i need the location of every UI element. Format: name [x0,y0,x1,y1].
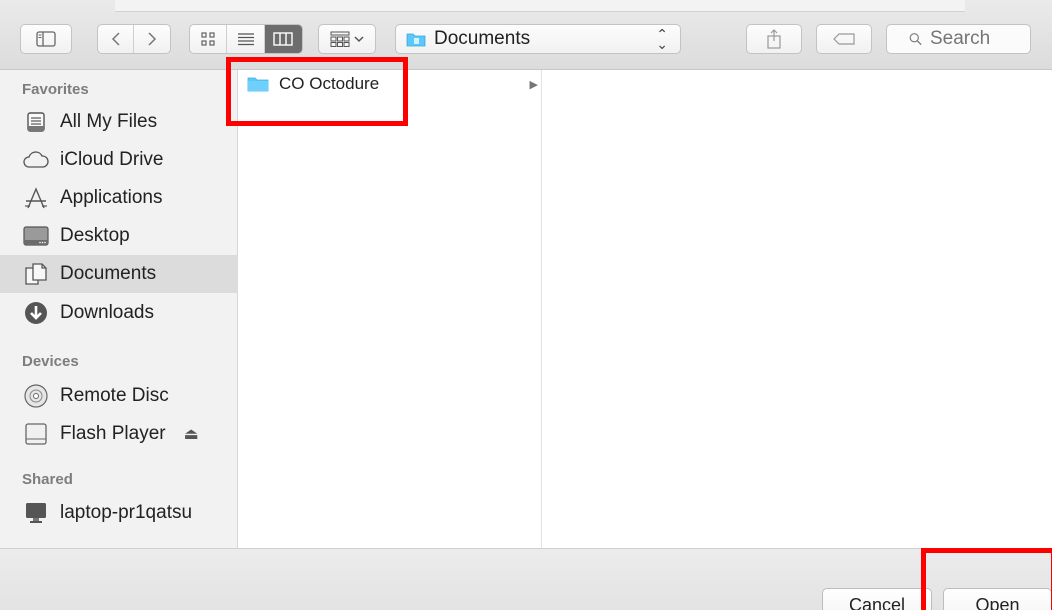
list-view-button[interactable] [227,25,265,53]
sidebar-section-devices: Devices [22,353,79,370]
sidebar-item-applications[interactable]: Applications [0,179,238,217]
sidebar-item-downloads[interactable]: Downloads [0,294,238,332]
cancel-button[interactable]: Cancel [822,588,932,610]
view-mode-control [189,24,303,54]
tag-button[interactable] [816,24,872,54]
share-icon [767,29,781,49]
sidebar-section-shared: Shared [22,471,73,488]
drive-icon [22,420,50,448]
desktop-icon [22,222,50,250]
all-my-files-icon [22,108,50,136]
location-label: Documents [434,28,531,49]
sidebar: Favorites All My Files iCloud Drive Appl… [0,70,238,548]
forward-button[interactable] [134,25,170,53]
sidebar-item-label: Applications [60,187,163,208]
sidebar-toggle-button[interactable] [20,24,72,54]
sidebar-item-documents[interactable]: Documents [0,255,238,293]
sidebar-item-label: All My Files [60,111,158,132]
search-icon [909,33,922,46]
updown-chevron-icon: ⌃ ⌄ [656,26,668,52]
eject-icon[interactable]: ⏏ [184,424,199,444]
sidebar-item-remote-disc[interactable]: Remote Disc [0,377,238,415]
back-forward-control [97,24,171,54]
chevron-left-icon [111,32,120,46]
location-popup[interactable]: Documents ⌃ ⌄ [395,24,681,54]
open-file-dialog: Documents ⌃⌄ Favorites [0,0,1052,610]
browser-column-2 [543,70,1052,548]
disc-icon [22,382,50,410]
folder-row[interactable]: CO Octodure ▶ [247,72,542,96]
search-input[interactable] [930,28,1030,50]
list-icon [237,33,254,46]
documents-icon [22,260,50,288]
open-button[interactable]: Open [943,588,1052,610]
toolbar: Documents ⌃ ⌄ [0,0,1052,70]
sidebar-item-label: Downloads [60,302,154,323]
sidebar-item-label: iCloud Drive [60,149,164,170]
folder-name: CO Octodure [279,74,380,93]
disclosure-triangle-icon: ▶ [529,78,538,91]
sidebar-icon [36,31,56,47]
chevron-down-icon [354,36,364,43]
columns-icon [273,32,294,46]
sidebar-item-all-my-files[interactable]: All My Files [0,103,238,141]
folder-icon [247,77,269,92]
sidebar-item-label: Flash Player [60,423,166,444]
icon-view-button[interactable] [190,25,228,53]
column-view-button[interactable] [264,25,302,53]
sidebar-item-laptop[interactable]: laptop-pr1qatsu [0,494,238,532]
browser-column-1: CO Octodure ▶ [239,70,542,548]
grid-icon [201,32,215,46]
search-field[interactable] [886,24,1031,54]
sidebar-item-desktop[interactable]: Desktop [0,217,238,255]
sidebar-item-label: Remote Disc [60,385,169,406]
sidebar-item-icloud-drive[interactable]: iCloud Drive [0,141,238,179]
back-button[interactable] [98,25,135,53]
sidebar-item-flash-player[interactable]: Flash Player ⏏ [0,415,238,453]
computer-icon [22,499,50,527]
applications-icon [22,184,50,212]
sidebar-item-label: Desktop [60,225,130,246]
share-button[interactable] [746,24,802,54]
sidebar-item-label: Documents [60,263,157,284]
sidebar-item-label: laptop-pr1qatsu [60,502,193,523]
sidebar-section-favorites: Favorites [22,81,89,98]
tag-icon [833,33,855,45]
documents-folder-icon [406,33,426,47]
cloud-icon [22,146,50,174]
arrange-menu-button[interactable] [318,24,376,54]
toolbar-top-edge [115,0,965,12]
chevron-right-icon [148,32,157,46]
arrange-grid-icon [330,31,350,47]
download-icon [22,299,50,327]
